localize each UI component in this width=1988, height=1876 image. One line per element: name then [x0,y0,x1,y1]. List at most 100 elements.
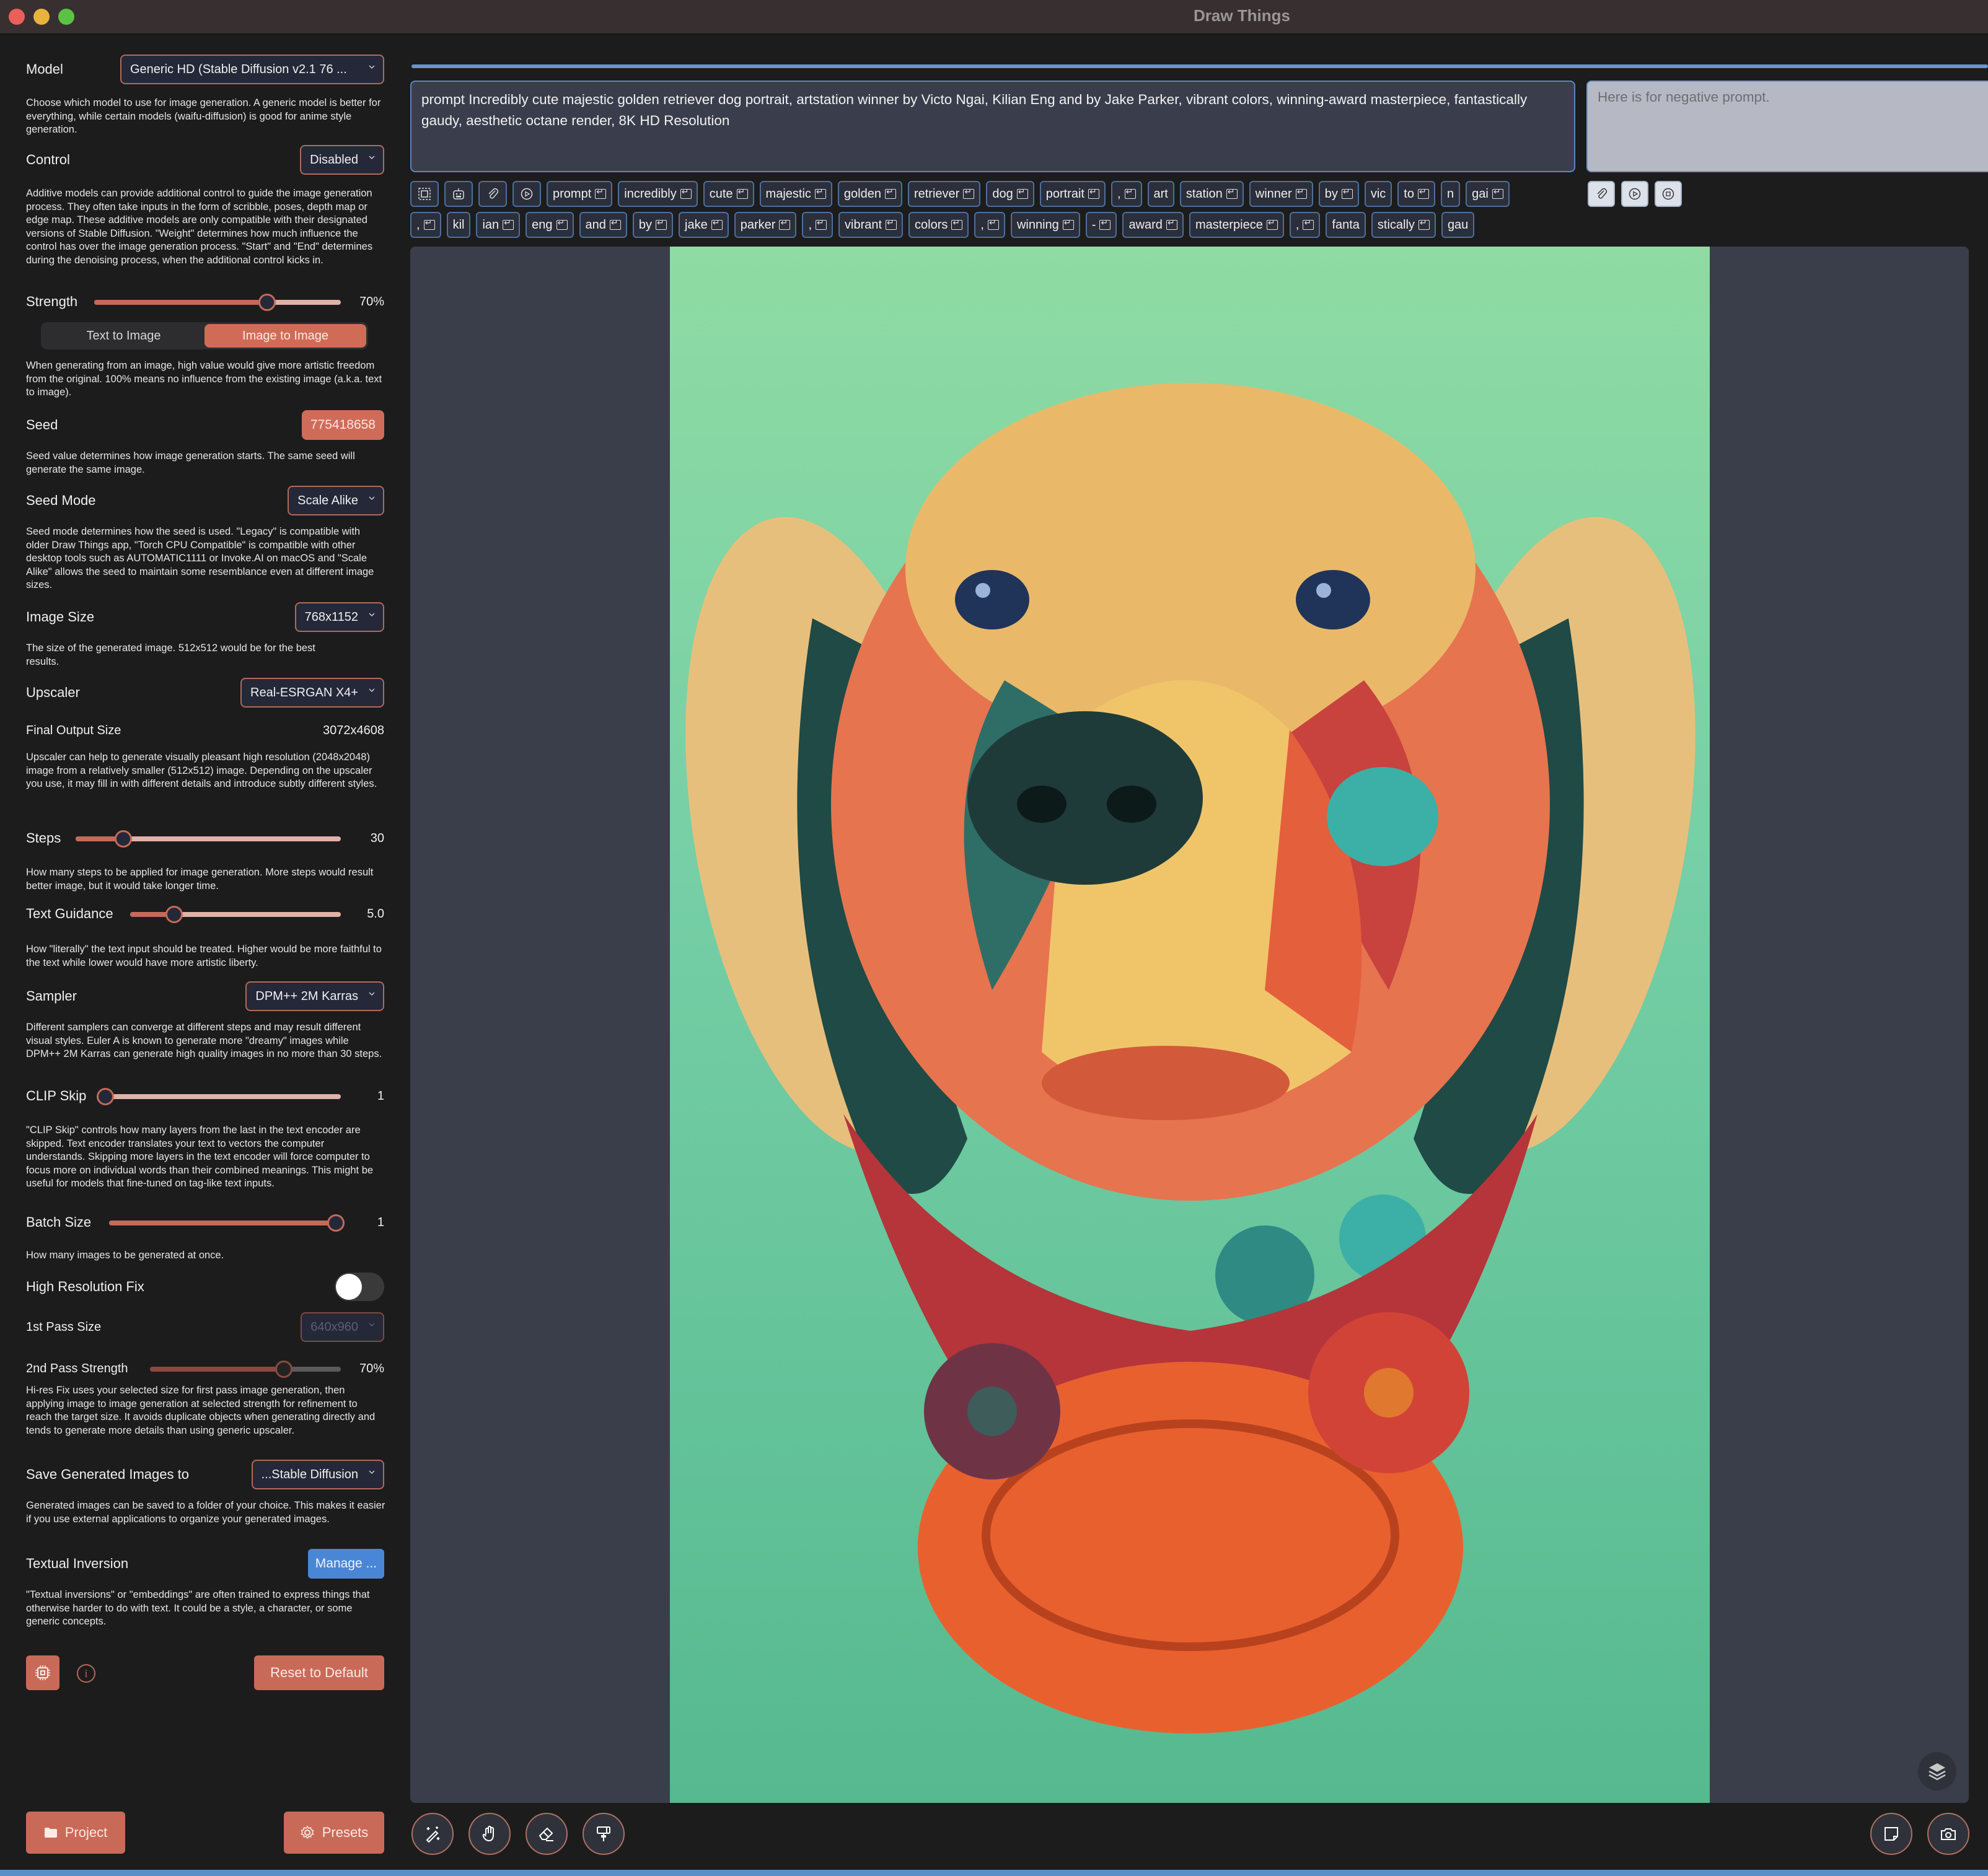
token-chip[interactable]: majestic [759,181,832,207]
window-title: Draw Things [1193,6,1290,25]
image-size-select[interactable]: 768x1152 [294,602,384,632]
token-chip[interactable]: winning [1010,212,1080,238]
token-chip[interactable]: fanta [1326,212,1366,238]
token-text: n [1446,186,1454,201]
token-chip[interactable]: n [1440,181,1461,207]
token-chip[interactable]: - [1085,212,1117,238]
hand-tool-button[interactable] [468,1813,511,1855]
upscaler-select[interactable]: Real-ESRGAN X4+ [240,678,384,708]
batch-size-slider[interactable] [109,1214,345,1232]
clip-skip-slider[interactable] [97,1088,341,1105]
token-chip[interactable]: masterpiece [1189,212,1284,238]
token-chip[interactable]: jake [679,212,729,238]
token-chip[interactable]: gau [1441,212,1475,238]
control-description: Additive models can provide additional c… [26,188,373,266]
play-button[interactable] [512,181,541,207]
seed-description: Seed value determines how image generati… [26,450,355,475]
token-chip[interactable]: vibrant [838,212,904,238]
hand-icon [482,1825,494,1842]
token-chip[interactable]: award [1122,212,1184,238]
sampler-select[interactable]: DPM++ 2M Karras [245,981,384,1011]
note-button[interactable] [1870,1813,1912,1855]
token-chip[interactable]: ian [476,212,521,238]
token-chip[interactable]: by [632,212,674,238]
canvas[interactable] [410,247,1969,1803]
token-chip[interactable]: art [1147,181,1174,207]
hires-fix-toggle[interactable] [335,1273,384,1301]
token-chip[interactable]: incredibly [618,181,698,207]
layers-button[interactable] [1918,1752,1956,1791]
clip-skip-slider-knob[interactable] [97,1088,114,1105]
steps-slider-knob[interactable] [115,830,133,848]
steps-slider[interactable] [76,830,341,848]
paint-brush-tool-button[interactable] [583,1813,625,1855]
magic-wand-tool-button[interactable] [411,1813,454,1855]
token-chip[interactable]: , [1111,181,1142,207]
prompt-input[interactable]: prompt Incredibly cute majestic golden r… [410,81,1575,172]
token-text: colors [915,217,948,232]
eraser-tool-button[interactable] [526,1813,568,1855]
image-to-image-tab[interactable]: Image to Image [205,324,366,348]
compute-settings-button[interactable] [26,1655,59,1690]
reset-to-default-button[interactable]: Reset to Default [254,1655,384,1690]
paint-roller-icon [597,1826,610,1841]
token-chip[interactable]: and [579,212,627,238]
generated-image[interactable] [670,247,1710,1803]
token-text: winning [1016,217,1059,232]
text-guidance-slider[interactable] [130,906,341,923]
token-chip[interactable]: , [1289,212,1321,238]
token-chip[interactable]: dog [986,181,1034,207]
token-chip[interactable]: gai [1466,181,1510,207]
seed-mode-select[interactable]: Scale Alike [288,486,384,515]
negative-attach-button[interactable] [1588,181,1615,207]
token-chip[interactable]: vic [1364,181,1392,207]
strength-slider-knob[interactable] [258,294,276,311]
token-chip[interactable]: to [1397,181,1435,207]
first-pass-value: 640x960 [310,1320,358,1334]
robot-button[interactable] [444,181,473,207]
manage-textual-inversion-button[interactable]: Manage ... [307,1549,384,1579]
control-select[interactable]: Disabled [300,145,384,175]
second-pass-slider-knob[interactable] [275,1361,292,1378]
token-chip[interactable]: stically [1371,212,1436,238]
token-chip[interactable]: by [1318,181,1359,207]
info-icon[interactable]: i [77,1664,95,1683]
token-chip[interactable]: kil [446,212,471,238]
token-chip[interactable]: golden [837,181,902,207]
text-to-image-tab[interactable]: Text to Image [43,324,205,348]
negative-stop-button[interactable] [1655,181,1682,207]
token-chip[interactable]: portrait [1039,181,1106,207]
return-icon [1417,186,1429,199]
strength-slider[interactable] [94,294,341,311]
first-pass-select[interactable]: 640x960 [301,1312,384,1342]
token-chip[interactable]: prompt [547,181,613,207]
project-button[interactable]: Project [26,1812,125,1854]
model-select[interactable]: Generic HD (Stable Diffusion v2.1 76 ... [120,55,384,84]
negative-prompt-input[interactable]: Here is for negative prompt. [1586,81,1988,172]
camera-button[interactable] [1927,1813,1969,1855]
hires-fix-description: Hi-res Fix uses your selected size for f… [26,1385,376,1436]
token-chip[interactable]: eng [526,212,574,238]
token-chip[interactable]: retriever [907,181,981,207]
return-icon [423,217,435,230]
save-to-select[interactable]: ...Stable Diffusion [251,1460,384,1489]
chevron-down-icon [369,156,375,160]
token-chip[interactable]: cute [703,181,754,207]
token-chip[interactable]: , [802,212,833,238]
batch-size-slider-knob[interactable] [327,1214,345,1232]
return-icon [886,217,897,230]
token-chip[interactable]: colors [908,212,969,238]
seed-field[interactable]: 775418658 [301,410,384,440]
return-icon [1062,217,1074,230]
token-chip[interactable]: winner [1249,181,1313,207]
negative-play-button[interactable] [1621,181,1648,207]
token-chip[interactable]: , [410,212,441,238]
presets-button[interactable]: Presets [284,1812,384,1854]
token-chip[interactable]: , [974,212,1005,238]
token-chip[interactable]: parker [734,212,797,238]
save-to-value: ...Stable Diffusion [261,1467,358,1481]
token-chip[interactable]: station [1179,181,1244,207]
attach-button[interactable] [478,181,507,207]
second-pass-slider[interactable] [150,1361,341,1378]
select-region-button[interactable] [410,181,439,207]
